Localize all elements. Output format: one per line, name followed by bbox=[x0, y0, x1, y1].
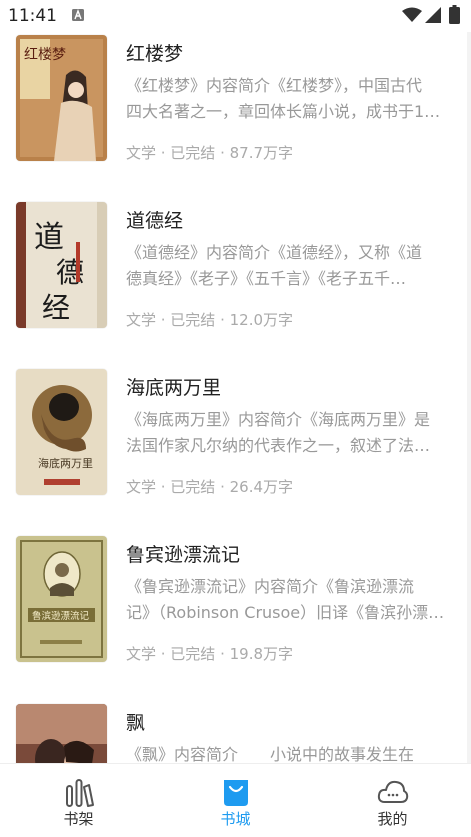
description-line: 德真经》《老子》《五千言》《老子五千… bbox=[126, 269, 407, 288]
book-item-haidiliangwanli[interactable]: 海底两万里 海底两万里 《海底两万里》内容简介《海底两万里》是 法国作家凡尔纳的… bbox=[0, 369, 471, 536]
description-line: 《红楼梦》内容简介《红楼梦》，中国古代 bbox=[126, 76, 423, 95]
battery-icon bbox=[449, 5, 460, 24]
book-item-lubinxun[interactable]: 鲁滨逊漂流记 鲁宾逊漂流记 《鲁宾逊漂流记》内容简介《鲁滨逊漂流 记》（Robi… bbox=[0, 536, 471, 703]
book-item-daodejing[interactable]: 道 德 经 道德经 《道德经》内容简介《道德经》，又称《道 德真经》《老子》《五… bbox=[0, 202, 471, 369]
book-title: 飘 bbox=[126, 712, 146, 734]
scrollbar-track[interactable] bbox=[467, 0, 471, 763]
svg-text:经: 经 bbox=[42, 291, 70, 324]
description-line: 《道德经》内容简介《道德经》，又称《道 bbox=[126, 243, 423, 262]
tab-bookshelf[interactable]: 书架 bbox=[0, 764, 157, 837]
svg-text:道: 道 bbox=[34, 220, 64, 255]
bookshelf-icon bbox=[66, 779, 94, 807]
svg-text:鲁滨逊漂流记: 鲁滨逊漂流记 bbox=[32, 610, 90, 622]
tab-label: 书架 bbox=[63, 810, 94, 828]
description-line: 法国作家凡尔纳的代表作之一，叙述了法… bbox=[126, 436, 431, 455]
wifi-icon bbox=[402, 7, 422, 22]
shopping-bag-icon bbox=[224, 780, 248, 806]
book-meta: 文学 · 已完结 · 19.8万字 bbox=[126, 645, 294, 663]
status-bar: 11:41 bbox=[0, 0, 471, 32]
tab-mine[interactable]: 我的 bbox=[314, 764, 471, 837]
tab-bookstore[interactable]: 书城 bbox=[157, 764, 314, 837]
tab-label: 书城 bbox=[220, 810, 251, 828]
status-time: 11:41 bbox=[8, 6, 57, 26]
book-title: 红楼梦 bbox=[126, 43, 184, 65]
book-title: 鲁宾逊漂流记 bbox=[126, 544, 241, 566]
description-line: 《鲁宾逊漂流记》内容简介《鲁滨逊漂流 bbox=[126, 577, 415, 596]
book-meta: 文学 · 已完结 · 26.4万字 bbox=[126, 478, 294, 496]
book-item-hongloumeng[interactable]: 红楼梦 红楼梦 《红楼梦》内容简介《红楼梦》，中国古代 四大名著之一，章回体长篇… bbox=[0, 35, 471, 202]
book-description: 《道德经》内容简介《道德经》，又称《道 德真经》《老子》《五千言》《老子五千… bbox=[126, 240, 456, 292]
book-cover: 鲁滨逊漂流记 bbox=[16, 536, 107, 662]
description-line: 《海底两万里》内容简介《海底两万里》是 bbox=[126, 410, 431, 429]
book-description: 《飘》内容简介 小说中的故事发生在 bbox=[126, 742, 456, 763]
description-line: 四大名著之一，章回体长篇小说，成书于1… bbox=[126, 102, 441, 121]
signal-icon bbox=[425, 7, 441, 23]
svg-text:海底两万里: 海底两万里 bbox=[38, 456, 93, 470]
book-meta: 文学 · 已完结 · 87.7万字 bbox=[126, 144, 294, 162]
book-cover: 红楼梦 bbox=[16, 35, 107, 161]
book-item-piao[interactable]: 飘 《飘》内容简介 小说中的故事发生在 bbox=[0, 704, 471, 763]
book-description: 《红楼梦》内容简介《红楼梦》，中国古代 四大名著之一，章回体长篇小说，成书于1… bbox=[126, 73, 456, 125]
book-description: 《海底两万里》内容简介《海底两万里》是 法国作家凡尔纳的代表作之一，叙述了法… bbox=[126, 407, 456, 459]
book-title: 海底两万里 bbox=[126, 377, 222, 399]
book-meta: 文学 · 已完结 · 12.0万字 bbox=[126, 311, 294, 329]
cover-title: 红楼梦 bbox=[24, 47, 66, 63]
tab-label: 我的 bbox=[377, 810, 408, 828]
description-line: 《飘》内容简介 小说中的故事发生在 bbox=[126, 745, 415, 763]
book-description: 《鲁宾逊漂流记》内容简介《鲁滨逊漂流 记》（Robinson Crusoe）旧译… bbox=[126, 574, 456, 626]
book-list[interactable]: 红楼梦 红楼梦 《红楼梦》内容简介《红楼梦》，中国古代 四大名著之一，章回体长篇… bbox=[0, 0, 471, 763]
book-title: 道德经 bbox=[126, 210, 184, 232]
book-cover: 海底两万里 bbox=[16, 369, 107, 495]
cloud-icon bbox=[377, 780, 409, 803]
book-cover: 道 德 经 bbox=[16, 202, 107, 328]
accessibility-a-icon bbox=[72, 9, 84, 21]
book-cover bbox=[16, 704, 107, 763]
description-line: 记》（Robinson Crusoe）旧译《鲁滨孙漂… bbox=[126, 603, 445, 622]
bottom-tab-bar: 书架 书城 我的 bbox=[0, 763, 471, 837]
